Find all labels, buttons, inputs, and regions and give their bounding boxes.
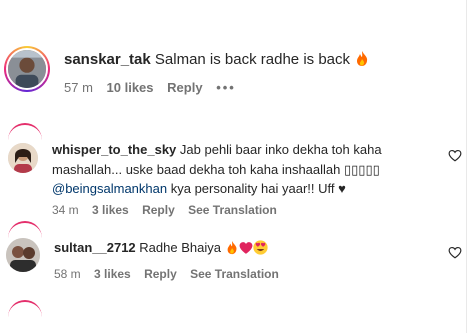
more-options-icon[interactable]: •••	[216, 80, 236, 95]
comment-1-likes[interactable]: 10 likes	[107, 80, 154, 95]
comment-1-text-line: sanskar_tak Salman is back radhe is back	[64, 50, 370, 68]
comment-1-meta: 57 m 10 likes Reply •••	[64, 80, 246, 95]
scrollbar-track[interactable]	[466, 0, 474, 333]
heart-eyes-emoji-icon	[252, 240, 268, 255]
comment-2-text-line-2: mashallah... uske baad dekha toh kaha in…	[52, 162, 380, 178]
avatar-image	[8, 143, 38, 173]
comment-3-text: Radhe Bhaiya	[139, 240, 221, 255]
comment-1-username[interactable]: sanskar_tak	[64, 51, 151, 68]
avatar-image	[8, 50, 46, 88]
comment-3-likes[interactable]: 3 likes	[94, 267, 131, 281]
avatar-whisper-to-the-sky[interactable]	[8, 143, 38, 173]
comment-2-likes[interactable]: 3 likes	[92, 203, 129, 217]
comments-panel: sanskar_tak Salman is back radhe is back…	[0, 0, 474, 333]
comment-2-mention-link[interactable]: @beingsalmankhan	[52, 181, 167, 196]
comment-2-time: 34 m	[52, 203, 79, 217]
avatar-image	[6, 238, 40, 272]
comment-1-time: 57 m	[64, 80, 93, 95]
comment-3-time: 58 m	[54, 267, 81, 281]
heart-outline-icon[interactable]	[448, 246, 462, 259]
avatar-ring-edge	[6, 0, 44, 6]
comment-3-text-line: sultan__2712 Radhe Bhaiya	[54, 240, 268, 255]
comment-3-username[interactable]: sultan__2712	[54, 240, 136, 255]
heart-outline-icon[interactable]	[448, 149, 462, 162]
comment-2-reply-button[interactable]: Reply	[142, 203, 175, 217]
avatar-sanskar-tak[interactable]	[4, 46, 50, 92]
fire-emoji-icon	[357, 51, 368, 66]
comment-2-text-line-3: @beingsalmankhan kya personality hai yaa…	[52, 181, 346, 196]
comment-2-text-line-1: whisper_to_the_sky Jab pehli baar inko d…	[52, 142, 382, 157]
comment-3-reply-button[interactable]: Reply	[144, 267, 177, 281]
comment-2-see-translation-button[interactable]: See Translation	[188, 203, 277, 217]
comment-1-text: Salman is back radhe is back	[154, 51, 351, 68]
fire-emoji-icon	[227, 240, 237, 255]
comment-2-meta: 34 m 3 likes Reply See Translation	[52, 203, 287, 217]
comment-2-text-2: mashallah... uske baad dekha toh kaha in…	[52, 162, 380, 177]
avatar-sultan-2712[interactable]	[6, 238, 40, 272]
comment-3-meta: 58 m 3 likes Reply See Translation	[54, 267, 289, 281]
comment-2-text-3: kya personality hai yaar!! Uff ♥	[167, 181, 346, 196]
comment-2-text-1: Jab pehli baar inko dekha toh kaha	[179, 142, 382, 157]
red-heart-emoji-icon	[239, 242, 253, 254]
comment-3-see-translation-button[interactable]: See Translation	[190, 267, 279, 281]
comment-1-reply-button[interactable]: Reply	[167, 80, 202, 95]
comment-2-username[interactable]: whisper_to_the_sky	[52, 142, 176, 157]
avatar-ring-edge	[8, 300, 42, 333]
